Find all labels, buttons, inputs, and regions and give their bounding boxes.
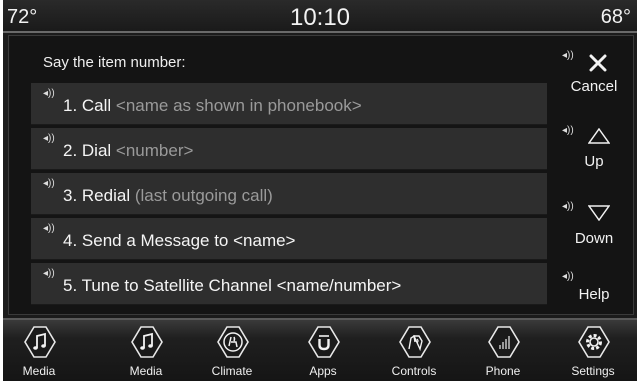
triangle-down-icon <box>588 205 610 221</box>
nav-label: Phone <box>485 364 521 378</box>
close-icon <box>589 54 607 72</box>
item-label: 1. Call <box>63 96 112 115</box>
scroll-up-button[interactable]: ◂)) Up <box>554 123 634 173</box>
apps-icon <box>308 326 340 358</box>
nav-label: Media <box>22 364 56 378</box>
cancel-button[interactable]: ◂)) Cancel <box>554 48 634 98</box>
up-label: Up <box>584 153 604 170</box>
music-note-icon <box>24 326 56 358</box>
voice-command-panel: Say the item number: ◂)) 1. Call <name a… <box>8 35 634 315</box>
nav-media-button[interactable]: Media <box>0 320 79 380</box>
help-label: Help <box>578 286 610 303</box>
item-label: 4. Send a Message to <name> <box>63 231 296 250</box>
nav-media-button[interactable]: Media <box>106 320 186 380</box>
gear-icon <box>578 326 610 358</box>
status-bar: 72° 10:10 68° <box>3 0 637 33</box>
controls-icon <box>399 326 431 358</box>
nav-label: Settings <box>571 364 615 378</box>
nav-label: Media <box>129 364 163 378</box>
passenger-temperature[interactable]: 68° <box>601 6 631 29</box>
nav-label: Climate <box>211 364 253 378</box>
bottom-nav-bar: Media Media Climate Apps Controls Phone … <box>3 318 637 381</box>
item-hint: <number> <box>115 141 194 160</box>
speaker-icon: ◂)) <box>43 88 55 99</box>
speaker-icon: ◂)) <box>562 201 574 212</box>
nav-settings-button[interactable]: Settings <box>553 320 633 380</box>
item-hint: (last outgoing call) <box>134 186 273 205</box>
music-note-icon <box>131 326 163 358</box>
nav-climate-button[interactable]: Climate <box>192 320 272 380</box>
uconnect-screen: 72° 10:10 68° Say the item number: ◂)) 1… <box>0 0 639 381</box>
display-frame: 72° 10:10 68° Say the item number: ◂)) 1… <box>3 0 637 381</box>
speaker-icon: ◂)) <box>43 178 55 189</box>
climate-seat-icon <box>217 326 249 358</box>
speaker-icon: ◂)) <box>43 133 55 144</box>
item-label: 5. Tune to Satellite Channel <name/numbe… <box>63 276 402 295</box>
phone-signal-icon <box>488 326 520 358</box>
voice-item-tune-satellite[interactable]: ◂)) 5. Tune to Satellite Channel <name/n… <box>31 263 547 305</box>
voice-item-redial[interactable]: ◂)) 3. Redial (last outgoing call) <box>31 173 547 215</box>
clock: 10:10 <box>289 4 351 31</box>
speaker-icon: ◂)) <box>562 271 574 282</box>
nav-label: Controls <box>391 364 437 378</box>
help-button[interactable]: ◂)) Help <box>554 271 634 311</box>
speaker-icon: ◂)) <box>43 223 55 234</box>
voice-item-call[interactable]: ◂)) 1. Call <name as shown in phonebook> <box>31 83 547 125</box>
voice-item-send-message[interactable]: ◂)) 4. Send a Message to <name> <box>31 218 547 260</box>
nav-label: Apps <box>309 364 337 378</box>
item-label: 2. Dial <box>63 141 112 160</box>
item-hint: <name as shown in phonebook> <box>115 96 362 115</box>
speaker-icon: ◂)) <box>562 125 574 136</box>
cancel-label: Cancel <box>570 78 618 95</box>
nav-controls-button[interactable]: Controls <box>374 320 454 380</box>
speaker-icon: ◂)) <box>43 268 55 279</box>
voice-item-dial[interactable]: ◂)) 2. Dial <number> <box>31 128 547 170</box>
scroll-down-button[interactable]: ◂)) Down <box>554 199 634 249</box>
nav-apps-button[interactable]: Apps <box>283 320 363 380</box>
item-label: 3. Redial <box>63 186 131 205</box>
voice-prompt: Say the item number: <box>43 54 186 71</box>
down-label: Down <box>574 230 614 247</box>
nav-phone-button[interactable]: Phone <box>463 320 543 380</box>
speaker-icon: ◂)) <box>562 50 574 61</box>
triangle-up-icon <box>588 128 610 144</box>
